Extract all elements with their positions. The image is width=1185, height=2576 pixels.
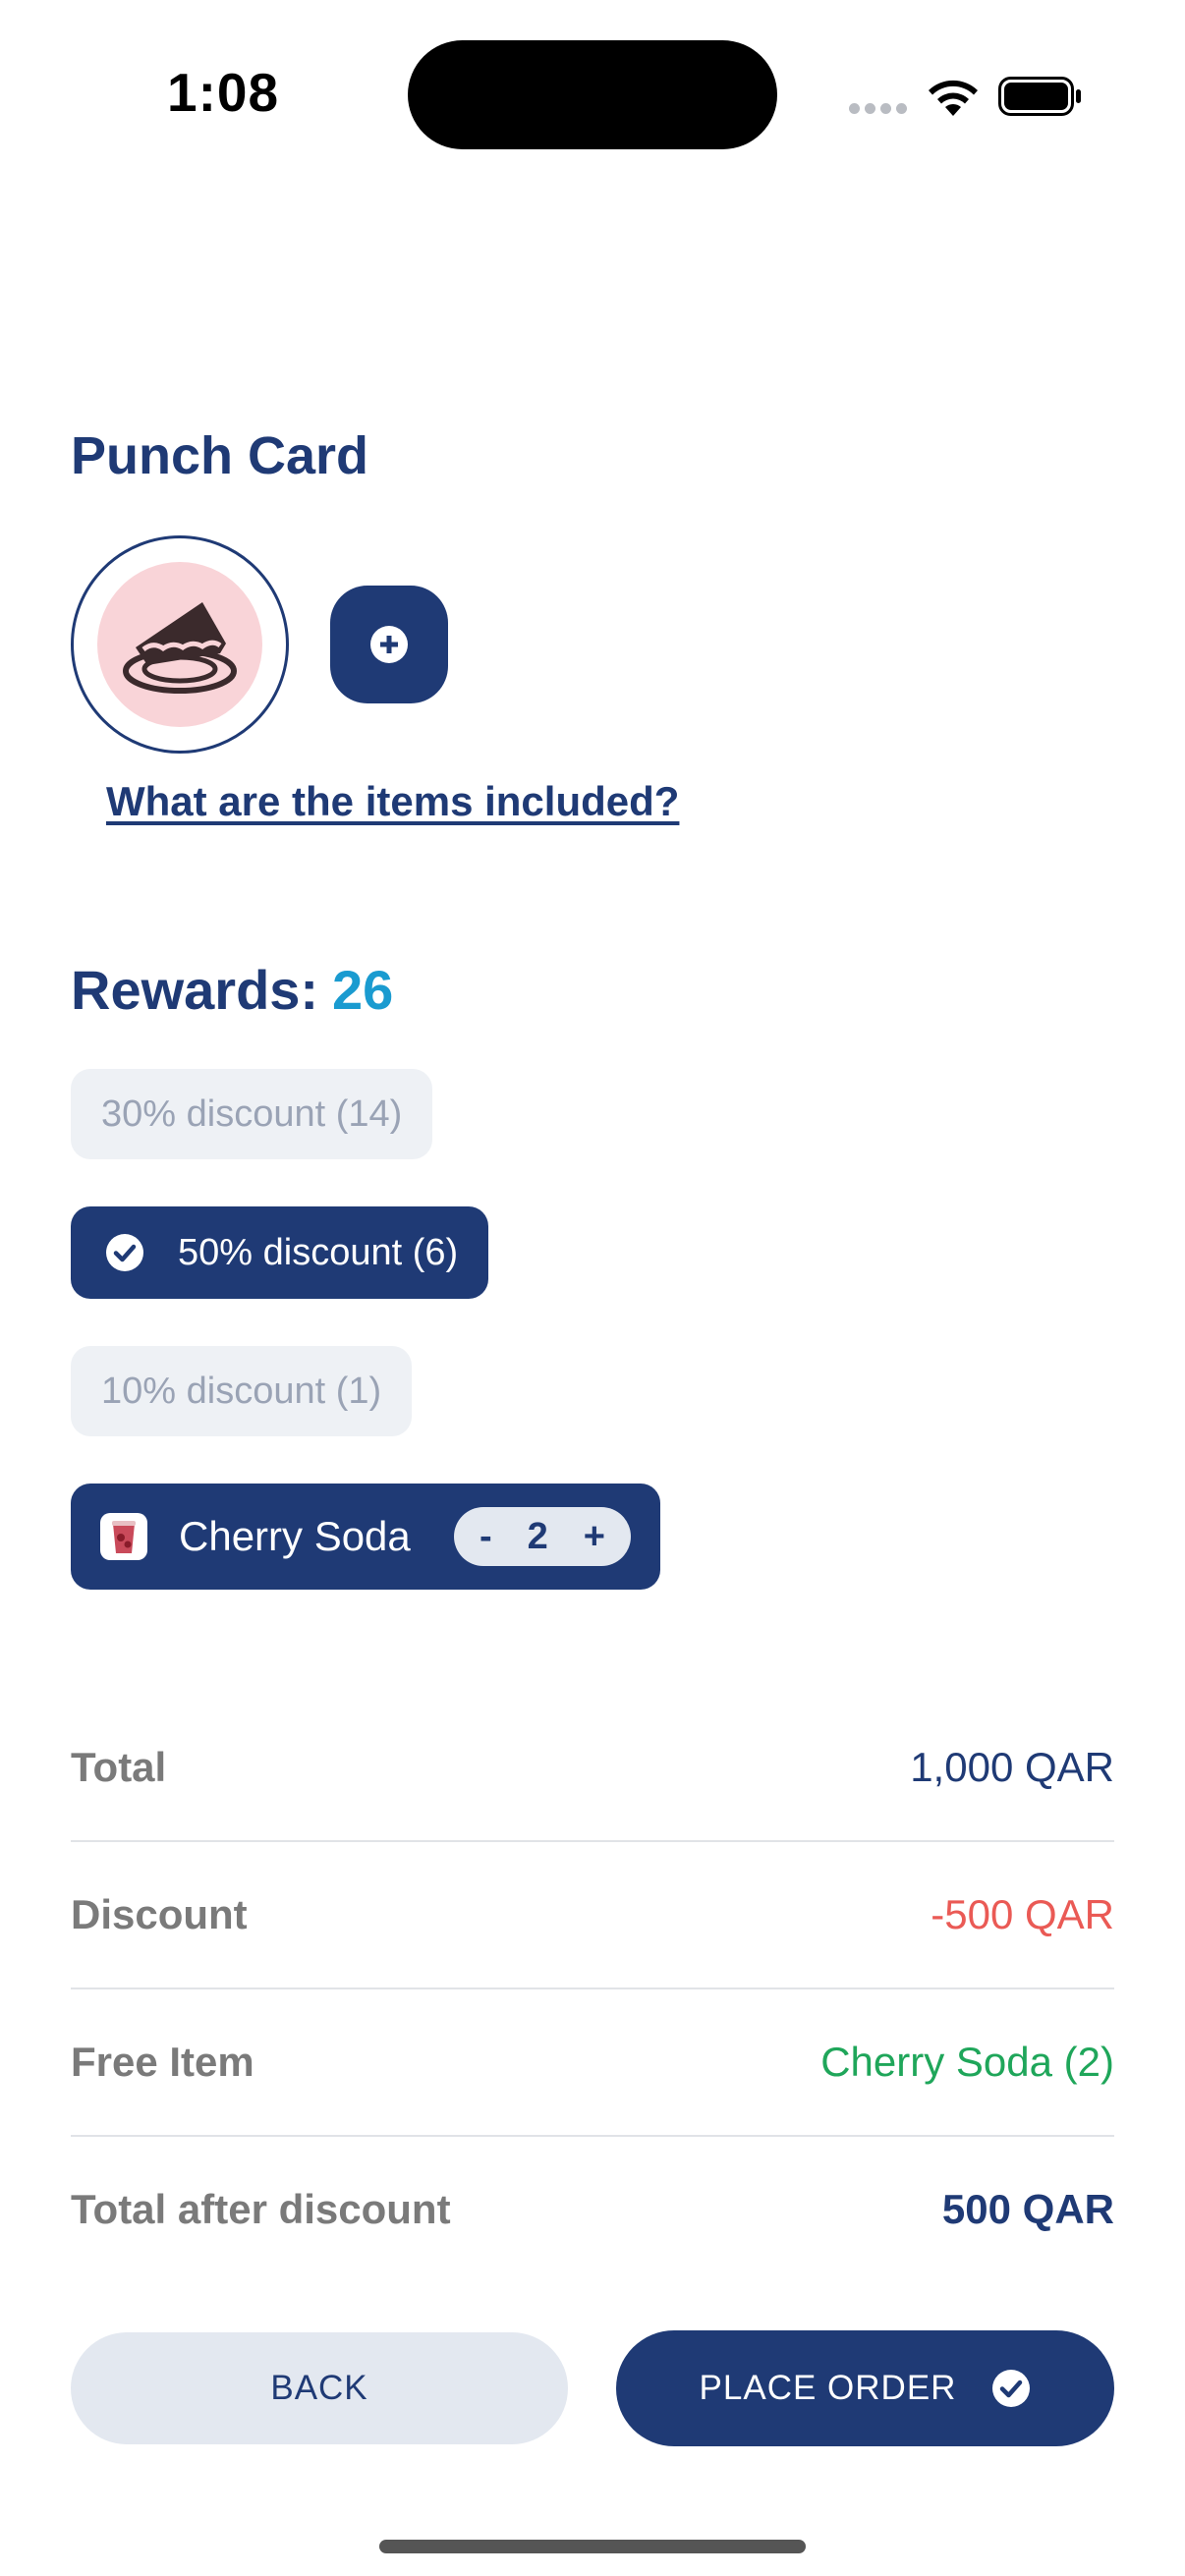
reward-option-label: 10% discount (1) (101, 1370, 382, 1412)
status-time: 1:08 (167, 62, 280, 123)
punch-card-item[interactable] (71, 535, 289, 754)
discount-label: Discount (71, 1891, 248, 1937)
add-punch-button[interactable] (330, 586, 448, 703)
cake-slice-icon (123, 602, 237, 694)
summary-free-item-row: Free Item Cherry Soda (2) (71, 1988, 1114, 2136)
rewards-label: Rewards: (71, 959, 319, 1021)
summary-discount-row: Discount -500 QAR (71, 1841, 1114, 1988)
quantity-stepper: - 2 + (454, 1507, 631, 1566)
free-item-value: Cherry Soda (2) (820, 2039, 1114, 2085)
back-button[interactable]: BACK (71, 2332, 568, 2444)
items-included-link[interactable]: What are the items included? (106, 778, 679, 825)
free-item-label: Free Item (71, 2039, 254, 2085)
free-item-chip[interactable]: Cherry Soda - 2 + (71, 1484, 660, 1590)
plus-circle-icon (370, 626, 408, 663)
summary-total-row: Total 1,000 QAR (71, 1694, 1114, 1841)
dynamic-island (408, 40, 777, 149)
reward-option-10[interactable]: 10% discount (1) (71, 1346, 413, 1436)
total-label: Total (71, 1744, 167, 1790)
discount-value: -500 QAR (931, 1891, 1114, 1937)
cellular-signal-icon (849, 103, 907, 114)
total-after-discount-value: 500 QAR (941, 2186, 1114, 2232)
place-order-button[interactable]: PLACE ORDER (616, 2330, 1114, 2446)
reward-option-30[interactable]: 30% discount (14) (71, 1069, 433, 1159)
decrement-button[interactable]: - (480, 1516, 492, 1558)
rewards-count: 26 (332, 959, 394, 1021)
total-after-discount-label: Total after discount (71, 2186, 451, 2232)
free-item-name: Cherry Soda (179, 1513, 411, 1559)
place-order-button-label: PLACE ORDER (699, 2369, 957, 2407)
back-button-label: BACK (270, 2369, 368, 2407)
page-title: Punch Card (71, 426, 369, 485)
reward-option-50[interactable]: 50% discount (6) (71, 1206, 489, 1299)
check-circle-icon (106, 1234, 143, 1271)
home-indicator[interactable] (379, 2540, 806, 2553)
cherry-soda-thumbnail (100, 1513, 147, 1560)
increment-button[interactable]: + (584, 1516, 605, 1558)
check-circle-icon (992, 2370, 1031, 2407)
avatar (97, 562, 262, 727)
wifi-icon (929, 80, 978, 116)
battery-icon (998, 77, 1081, 116)
summary-after-discount-row: Total after discount 500 QAR (71, 2136, 1114, 2283)
quantity-value: 2 (527, 1515, 548, 1557)
total-value: 1,000 QAR (910, 1744, 1114, 1790)
reward-option-label: 30% discount (14) (101, 1092, 403, 1135)
reward-option-label: 50% discount (6) (178, 1231, 459, 1273)
